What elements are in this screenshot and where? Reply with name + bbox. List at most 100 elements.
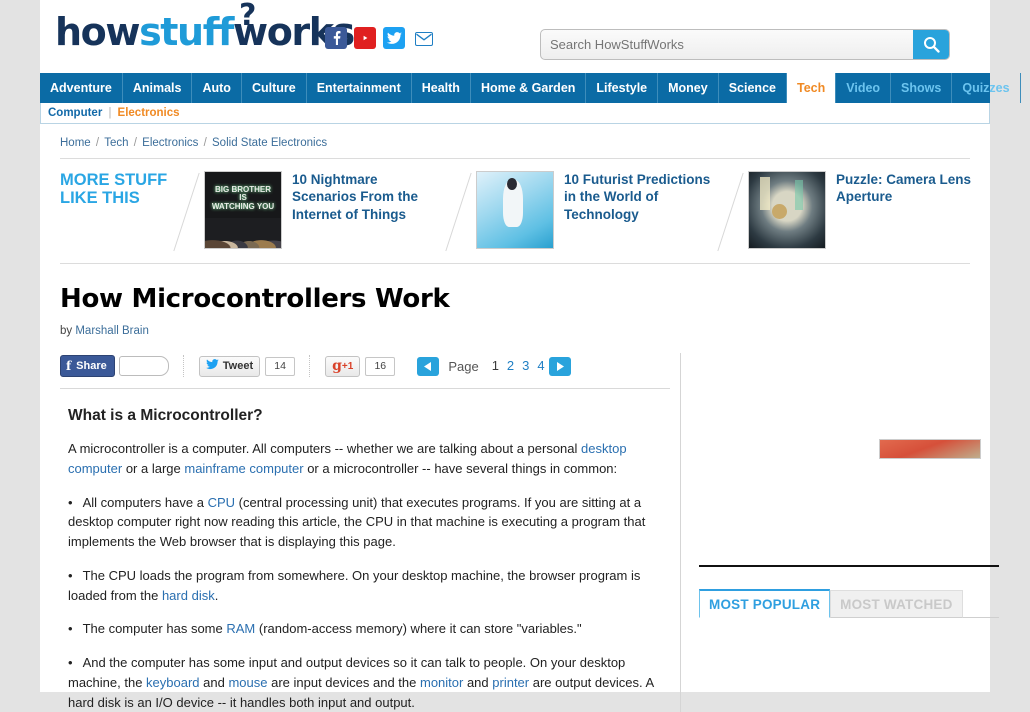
tab-most-watched[interactable]: MOST WATCHED	[830, 590, 962, 618]
facebook-icon[interactable]	[325, 27, 347, 49]
email-icon[interactable]	[412, 27, 436, 51]
divider	[309, 355, 311, 377]
youtube-icon[interactable]	[354, 27, 376, 49]
breadcrumb-separator: /	[200, 137, 210, 149]
pagination: Page 1234	[417, 357, 570, 376]
link-ram[interactable]: RAM	[226, 621, 255, 636]
more-stuff-title: MORE STUFF LIKE THIS	[60, 171, 170, 207]
nav-item-shows[interactable]: Shows	[891, 73, 952, 103]
facebook-share-count-bubble	[119, 356, 169, 376]
link-monitor[interactable]: monitor	[420, 675, 463, 690]
intro-paragraph: A microcontroller is a computer. All com…	[68, 439, 670, 479]
slash-divider	[170, 171, 204, 249]
page-number-4[interactable]: 4	[537, 358, 544, 373]
search-button[interactable]	[913, 30, 949, 59]
page-number-2[interactable]: 2	[507, 358, 514, 373]
link-printer[interactable]: printer	[492, 675, 529, 690]
nav-item-culture[interactable]: Culture	[242, 73, 307, 103]
article-column: f Share Tweet 14 g+1	[60, 353, 670, 712]
breadcrumb-item-tech[interactable]: Tech	[104, 137, 128, 149]
subnav-separator: |	[108, 107, 111, 119]
thumbnail-overlay-text: BIG BROTHERISWATCHING YOU	[205, 186, 281, 211]
related-article-2[interactable]: 10 Futurist Predictions in the World of …	[476, 171, 714, 249]
bullet-text: and	[200, 675, 229, 690]
nav-item-adventure[interactable]: Adventure	[40, 73, 123, 103]
next-page-button[interactable]	[549, 357, 571, 376]
google-plus-g-icon: g	[332, 358, 342, 374]
thumbnail-light-bar-right	[795, 180, 803, 210]
twitter-icon[interactable]	[383, 27, 405, 49]
google-plus-button[interactable]: g+1	[325, 356, 360, 377]
intro-text-2: or a large	[122, 461, 184, 476]
search-input[interactable]	[541, 30, 913, 59]
related-article-3[interactable]: Puzzle: Camera Lens Aperture	[748, 171, 986, 249]
nav-item-auto[interactable]: Auto	[192, 73, 241, 103]
link-keyboard[interactable]: keyboard	[146, 675, 199, 690]
breadcrumb-separator: /	[93, 137, 103, 149]
twitter-bird-icon	[206, 359, 219, 373]
breadcrumb-item-electronics[interactable]: Electronics	[142, 137, 198, 149]
tab-most-popular[interactable]: MOST POPULAR	[699, 589, 830, 618]
related-article-title-2[interactable]: 10 Futurist Predictions in the World of …	[564, 171, 714, 223]
author-link[interactable]: Marshall Brain	[75, 325, 149, 337]
nav-item-science[interactable]: Science	[719, 73, 787, 103]
nav-item-home-garden[interactable]: Home & Garden	[471, 73, 586, 103]
article-header: How Microcontrollers Work by Marshall Br…	[60, 264, 970, 337]
bullet-text: All computers have a	[83, 495, 208, 510]
sidebar-tabs: MOST POPULARMOST WATCHED	[699, 589, 999, 618]
bullet-item-4: •And the computer has some input and out…	[68, 653, 670, 712]
site-header: howstuffworks ?	[40, 0, 990, 72]
breadcrumb-item-solid-state-electronics[interactable]: Solid State Electronics	[212, 137, 327, 149]
nav-item-entertainment[interactable]: Entertainment	[307, 73, 412, 103]
nav-item-animals[interactable]: Animals	[123, 73, 193, 103]
link-hard-disk[interactable]: hard disk	[162, 588, 215, 603]
related-thumbnail-futurist[interactable]	[476, 171, 554, 249]
logo-question-mark-icon: ?	[239, 1, 255, 31]
link-mainframe-computer[interactable]: mainframe computer	[184, 461, 303, 476]
subnav-item-computer[interactable]: Computer	[48, 107, 102, 119]
related-thumbnail-big-brother[interactable]: BIG BROTHERISWATCHING YOU	[204, 171, 282, 249]
sidebar-column: MOST POPULARMOST WATCHED	[680, 353, 999, 712]
slash-divider	[442, 171, 476, 249]
link-cpu[interactable]: CPU	[208, 495, 235, 510]
bullet-marker: •	[68, 655, 73, 670]
social-icon-group	[325, 27, 436, 51]
bullet-list: •All computers have a CPU (central proce…	[68, 493, 670, 712]
more-stuff-title-line2: LIKE THIS	[60, 189, 140, 207]
sidebar-divider	[699, 565, 999, 567]
facebook-f-icon: f	[66, 359, 71, 373]
bullet-text: .	[215, 588, 219, 603]
most-popular-thumbnail[interactable]	[879, 439, 981, 459]
nav-item-tech[interactable]: Tech	[787, 73, 836, 103]
related-thumbnail-camera-lens[interactable]	[748, 171, 826, 249]
tweet-button[interactable]: Tweet	[199, 356, 260, 377]
nav-item-money[interactable]: Money	[658, 73, 719, 103]
related-article-title-1[interactable]: 10 Nightmare Scenarios From the Internet…	[292, 171, 442, 223]
bullet-marker: •	[68, 495, 73, 510]
link-mouse[interactable]: mouse	[228, 675, 267, 690]
tweet-label: Tweet	[223, 360, 253, 372]
related-article-1[interactable]: BIG BROTHERISWATCHING YOU 10 Nightmare S…	[204, 171, 442, 249]
subnav-item-electronics[interactable]: Electronics	[118, 107, 180, 119]
article-body: A microcontroller is a computer. All com…	[60, 439, 670, 712]
nav-item-quizzes[interactable]: Quizzes	[952, 73, 1020, 103]
chevron-left-icon	[424, 362, 432, 371]
nav-item-video[interactable]: Video	[836, 73, 891, 103]
bullet-text: The CPU loads the program from somewhere…	[68, 568, 640, 603]
nav-item-health[interactable]: Health	[412, 73, 471, 103]
page-number-3[interactable]: 3	[522, 358, 529, 373]
thumbnail-aperture-circle	[772, 204, 787, 219]
nav-item-lifestyle[interactable]: Lifestyle	[586, 73, 658, 103]
google-plus-count: 16	[365, 357, 395, 376]
facebook-share-label: Share	[76, 360, 107, 372]
facebook-share-button[interactable]: f Share	[60, 355, 115, 377]
search-box[interactable]	[540, 29, 950, 60]
breadcrumb: Home / Tech / Electronics / Solid State …	[60, 124, 970, 159]
bullet-item-1: •All computers have a CPU (central proce…	[68, 493, 670, 552]
breadcrumb-item-home[interactable]: Home	[60, 137, 91, 149]
breadcrumb-separator: /	[131, 137, 141, 149]
related-article-title-3[interactable]: Puzzle: Camera Lens Aperture	[836, 171, 986, 206]
logo-how: how	[55, 10, 139, 54]
prev-page-button[interactable]	[417, 357, 439, 376]
site-logo[interactable]: howstuffworks ?	[55, 13, 354, 51]
